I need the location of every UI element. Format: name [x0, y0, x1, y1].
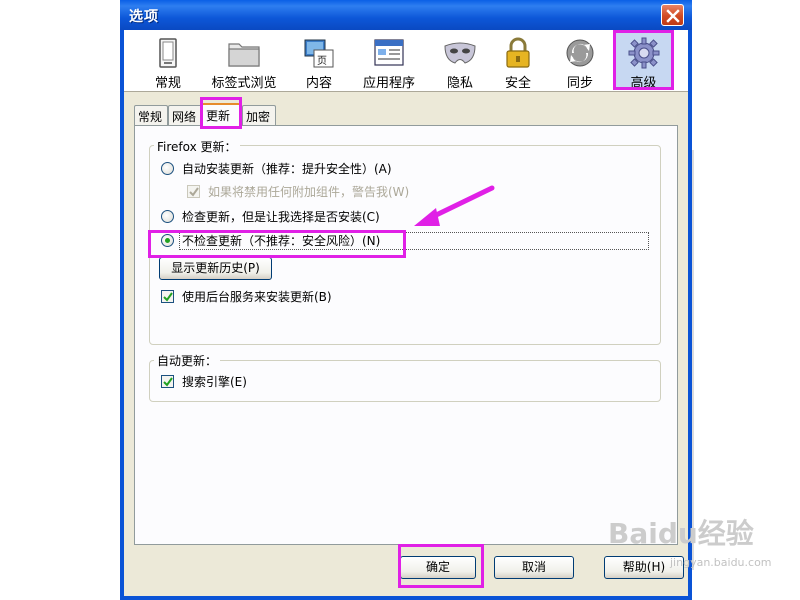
- checkmark-icon: [189, 187, 199, 197]
- pane-privacy[interactable]: 隐私: [436, 32, 484, 91]
- close-icon: [666, 9, 680, 23]
- radio-check-ask[interactable]: [161, 210, 174, 223]
- pane-tabs[interactable]: 标签式浏览: [207, 32, 281, 91]
- highlight-advanced-pane: [613, 30, 674, 90]
- pane-privacy-label: 隐私: [446, 76, 473, 91]
- highlight-update-tab: [200, 97, 242, 129]
- window-title: 选项: [129, 9, 159, 25]
- pane-sync-label: 同步: [566, 76, 593, 91]
- watermark-url: jingyan.baidu.com: [670, 556, 772, 569]
- auto-update-label: 自动更新：: [154, 352, 221, 369]
- pane-security[interactable]: 安全: [494, 32, 542, 91]
- background-left: [0, 0, 120, 600]
- general-icon: [159, 38, 177, 68]
- sync-icon: [566, 39, 594, 67]
- radio-check-ask-label[interactable]: 检查更新，但是让我选择是否安装(C): [182, 208, 380, 225]
- checkbox-background-service[interactable]: [161, 290, 174, 303]
- pane-tabs-label: 标签式浏览: [211, 76, 277, 91]
- highlight-never-check-option: [148, 230, 406, 258]
- background-right: [692, 0, 800, 600]
- lock-icon: [506, 37, 530, 68]
- cancel-button[interactable]: 取消: [494, 556, 574, 579]
- applications-icon: [374, 39, 404, 66]
- tab-network[interactable]: 网络: [168, 105, 202, 125]
- privacy-mask-icon: [444, 42, 476, 64]
- pane-applications-label: 应用程序: [362, 76, 415, 91]
- preferences-toolbar: 常规 标签式浏览 页 内容 应用程序 隐私 安全 同步 高级: [124, 30, 688, 92]
- checkmark-icon: [163, 377, 173, 387]
- options-dialog: 选项 常规 标签式浏览 页 内容 应用程序 隐私 安全 同步 高级 常规 网络 …: [120, 0, 692, 600]
- title-bar: 选项: [120, 0, 692, 30]
- highlight-ok-button: [398, 544, 484, 588]
- pane-content-label: 内容: [305, 76, 332, 91]
- firefox-updates-label: Firefox 更新：: [154, 138, 240, 155]
- content-icon: 页: [304, 39, 334, 68]
- pane-applications[interactable]: 应用程序: [352, 32, 426, 91]
- pane-general-label: 常规: [154, 76, 181, 91]
- pane-general[interactable]: 常规: [140, 32, 196, 91]
- pointer-arrow-icon: [414, 185, 495, 226]
- pane-security-label: 安全: [504, 76, 531, 91]
- radio-auto-install[interactable]: [161, 162, 174, 175]
- checkbox-search-engines[interactable]: [161, 375, 174, 388]
- tabs-icon: [228, 43, 260, 67]
- show-update-history-button[interactable]: 显示更新历史(P): [159, 257, 272, 280]
- checkbox-search-engines-label[interactable]: 搜索引擎(E): [182, 373, 247, 390]
- dialog-client-area: 常规 标签式浏览 页 内容 应用程序 隐私 安全 同步 高级 常规 网络 更新 …: [124, 30, 688, 596]
- svg-text:页: 页: [317, 55, 327, 67]
- checkmark-icon: [163, 292, 173, 302]
- tab-general[interactable]: 常规: [134, 105, 168, 125]
- checkbox-warn-addons-label[interactable]: 如果将禁用任何附加组件，警告我(W): [208, 183, 409, 200]
- tab-encryption[interactable]: 加密: [242, 105, 276, 125]
- pane-sync[interactable]: 同步: [556, 32, 604, 91]
- radio-auto-install-label[interactable]: 自动安装更新（推荐：提升安全性）(A): [182, 160, 392, 177]
- close-button[interactable]: [661, 4, 684, 26]
- checkbox-warn-addons[interactable]: [187, 185, 200, 198]
- pane-content[interactable]: 页 内容: [294, 32, 344, 91]
- watermark: Baidu经验: [608, 517, 754, 550]
- checkbox-background-service-label[interactable]: 使用后台服务来安装更新(B): [182, 288, 332, 305]
